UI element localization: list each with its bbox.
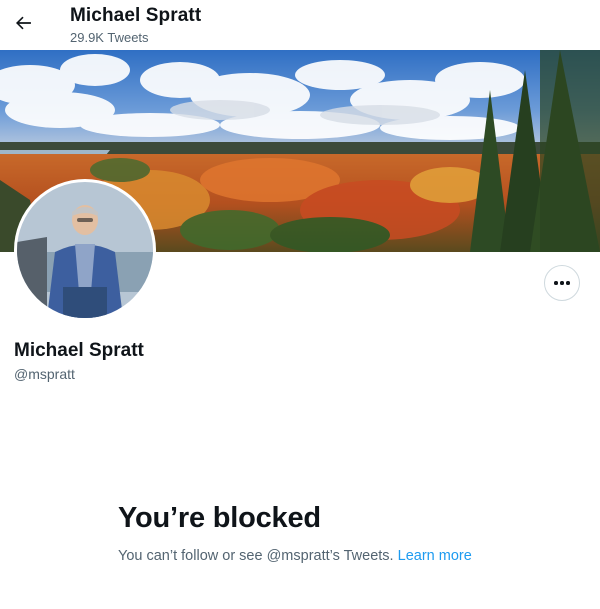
more-horizontal-icon — [554, 281, 570, 285]
back-button[interactable] — [8, 8, 38, 38]
profile-page: Michael Spratt 29.9K Tweets Michael Spra… — [0, 0, 600, 609]
blocked-message-block: You can’t follow or see @mspratt’s Tweet… — [118, 546, 478, 567]
blocked-message: You can’t follow or see @mspratt’s Tweet… — [118, 548, 394, 564]
tweet-count: 29.9K Tweets — [70, 30, 149, 45]
learn-more-link[interactable]: Learn more — [398, 548, 472, 564]
arrow-left-icon — [16, 16, 31, 30]
blocked-title: You’re blocked — [118, 502, 321, 534]
more-options-button[interactable] — [544, 265, 580, 301]
profile-handle: @mspratt — [14, 366, 75, 382]
profile-avatar[interactable] — [14, 179, 156, 321]
profile-name: Michael Spratt — [14, 340, 144, 361]
avatar-photo — [17, 182, 153, 318]
header-name: Michael Spratt — [70, 5, 202, 26]
profile-header: Michael Spratt 29.9K Tweets — [0, 0, 600, 50]
